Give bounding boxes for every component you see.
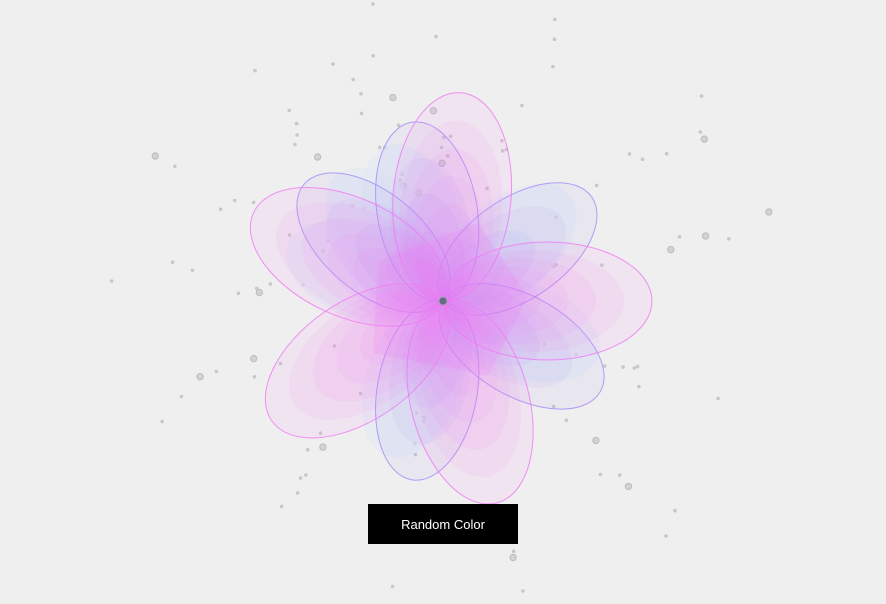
particle-dot [359,111,364,116]
particle-dot [621,365,625,369]
particle-dot [551,64,555,69]
particle-dot [196,373,204,381]
particle-dot [294,121,299,126]
random-color-button[interactable]: Random Color [368,504,518,544]
particle-dot [371,2,375,6]
particle-dot [664,534,668,538]
particle-dot [598,472,603,477]
particle-dot [214,369,219,374]
particle-dot [564,418,569,423]
particle-dot [250,354,258,363]
particle-dot [632,366,637,370]
particle-dot [151,152,160,160]
particle-dot [173,164,177,169]
particle-dot [179,394,184,399]
particle-dot [295,491,300,495]
particle-dot [553,17,557,22]
particle-dot [635,364,640,369]
particle-dot [377,145,382,150]
particle-dot [359,92,363,96]
particle-dot [520,103,524,108]
particle-dot [637,384,641,389]
particle-dot [252,375,257,379]
particle-dot [716,396,720,401]
particle-dot [170,260,175,265]
particle-dot [218,207,223,212]
particle-dot [509,553,517,562]
particle-dot [677,234,682,239]
particle-dot [313,153,322,161]
particle-dot [232,198,237,203]
particle-dot [295,133,299,137]
particle-dot [511,549,516,554]
particle-dot [109,279,114,283]
particle-dot [293,142,297,147]
particle-dot [521,589,525,593]
particle-dot [390,584,395,589]
particle-dot [160,419,164,424]
particle-dot [673,508,677,513]
particle-dot [700,135,708,143]
particle-dot [765,208,773,216]
particle-dot [667,245,675,254]
particle-dot [298,476,303,480]
particle-dot [699,94,704,98]
particle-dot [251,200,256,205]
particle-dot [701,232,710,240]
particle-dot [698,130,703,134]
particle-dot [594,183,599,188]
particle-dot [236,291,241,296]
particle-dot [664,151,669,156]
particle-dot [253,68,257,73]
particle-dot [371,53,376,58]
particle-dot [640,157,645,161]
particle-dot [255,288,264,297]
particle-dot [434,34,438,39]
flower-center [438,296,448,306]
particle-dot [287,108,292,113]
particle-dot [279,504,284,509]
particle-dot [190,268,195,273]
particle-dot [617,473,622,477]
particle-dot [268,282,273,286]
particle-dot [592,436,600,445]
particle-dot [624,482,633,491]
particle-dot [396,123,401,128]
particle-dot [254,286,259,291]
particle-dot [306,447,310,452]
particle-dot [552,37,557,41]
particle-dot [351,77,356,82]
particle-dot [304,473,308,477]
particle-dot [727,237,731,241]
particle-dot [389,93,397,102]
particle-dot [319,443,327,451]
particle-dot [627,152,632,156]
particle-dot [331,62,335,66]
